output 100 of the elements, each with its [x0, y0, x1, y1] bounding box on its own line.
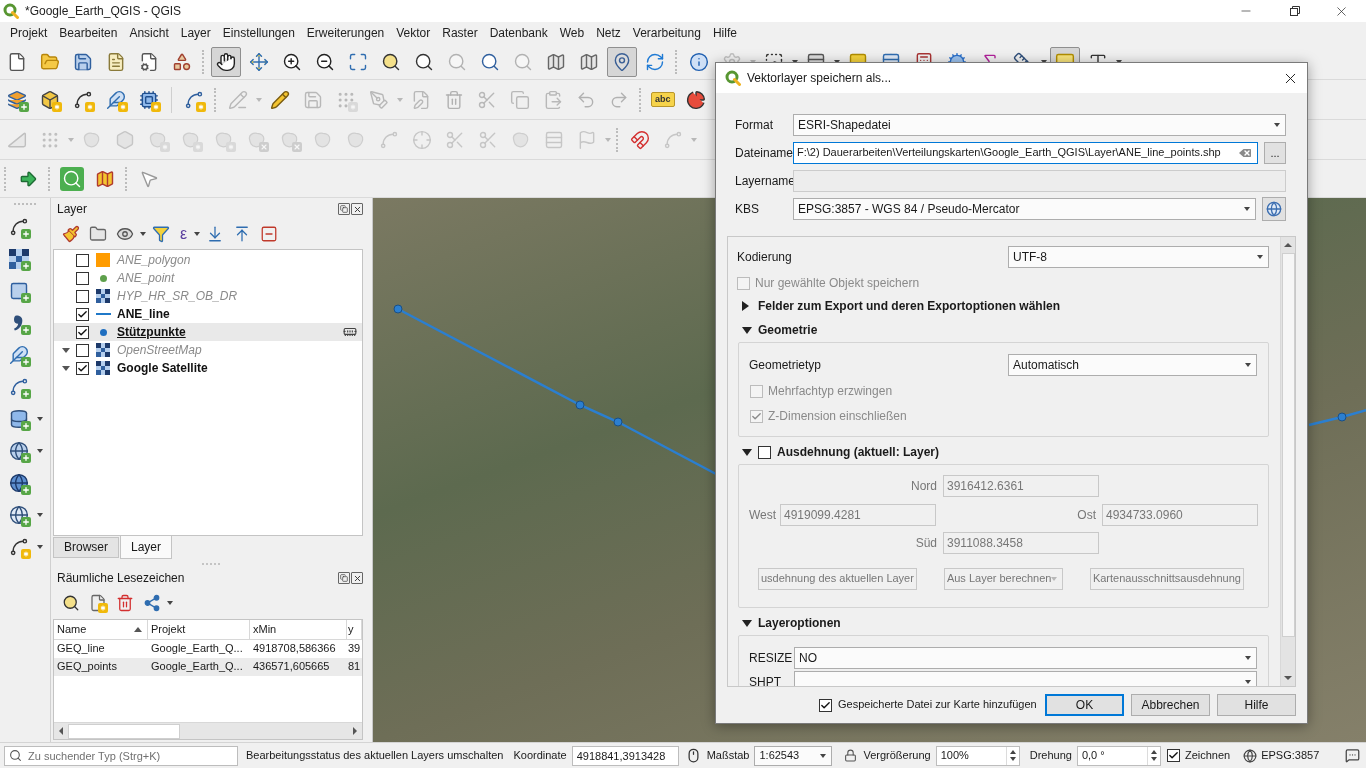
magnifier-icon[interactable]: [61, 593, 81, 613]
scrollbar-thumb[interactable]: [68, 723, 180, 739]
caret-icon[interactable]: [1257, 255, 1263, 259]
checkbox[interactable]: [76, 289, 89, 303]
file-path-field[interactable]: F:\2) Dauerarbeiten\Verteilungskarten\Google_Earth_QGIS\Layer\ANE_line_points.shp: [793, 142, 1258, 164]
label-tag[interactable]: abc: [651, 92, 675, 107]
caret-icon[interactable]: [62, 365, 70, 371]
caret-icon[interactable]: [1274, 123, 1280, 127]
help-button[interactable]: Hilfe: [1217, 694, 1296, 716]
caret-icon[interactable]: [820, 753, 827, 758]
caret-icon[interactable]: [140, 232, 146, 236]
caret-icon[interactable]: [37, 513, 43, 517]
scrollbar-thumb[interactable]: [1281, 253, 1295, 637]
column-header[interactable]: xMin: [250, 620, 347, 640]
search-field[interactable]: Zu suchender Typ (Strg+K): [4, 745, 238, 766]
zoom-spinbox[interactable]: 100%: [935, 745, 1020, 766]
checkbox[interactable]: [76, 253, 89, 267]
menu-item[interactable]: Verarbeitung: [626, 25, 707, 41]
checkbox[interactable]: [76, 343, 89, 357]
menu-item[interactable]: Vektor: [390, 25, 437, 41]
arrow-left-icon[interactable]: [59, 727, 63, 735]
column-header[interactable]: Projekt: [148, 620, 250, 640]
layer-row[interactable]: OpenStreetMap: [54, 341, 362, 359]
dropdown[interactable]: NO: [794, 647, 1257, 669]
layer-row[interactable]: Stützpunkte: [54, 323, 362, 341]
text-field[interactable]: 4919099.4281: [780, 504, 936, 526]
cancel-button[interactable]: Abbrechen: [1131, 694, 1210, 716]
column-header[interactable]: y: [347, 620, 362, 640]
close-icon[interactable]: [351, 572, 363, 584]
tab[interactable]: Layer: [120, 536, 173, 559]
layer-extent-button[interactable]: usdehnung des aktuellen Layer: [758, 568, 917, 590]
crs-button[interactable]: EPSG:3857: [1242, 745, 1321, 766]
dropdown[interactable]: Automatisch: [1008, 354, 1257, 376]
column-header[interactable]: Name: [54, 620, 148, 640]
expression-button[interactable]: ε: [178, 224, 190, 244]
menu-item[interactable]: Erweiterungen: [300, 25, 391, 41]
menu-item[interactable]: Raster: [436, 25, 484, 41]
arrow-up-icon[interactable]: [1284, 243, 1292, 247]
hand-icon[interactable]: [211, 46, 241, 77]
caret-icon[interactable]: [37, 417, 43, 421]
globe-plus-icon[interactable]: [7, 439, 31, 463]
crs-button[interactable]: [1262, 197, 1286, 221]
caret-icon[interactable]: [37, 545, 43, 549]
section-title[interactable]: Ausdehnung (aktuell: Layer): [777, 444, 940, 460]
mouse-icon[interactable]: [685, 748, 701, 763]
section-title[interactable]: Felder zum Export und deren Exportoptionen wählen: [758, 298, 1061, 314]
checkbox[interactable]: [758, 445, 771, 459]
caret-icon[interactable]: [742, 326, 752, 334]
caret-icon[interactable]: [1245, 363, 1251, 367]
scrollbar[interactable]: [1280, 237, 1295, 686]
text-field[interactable]: 3911088.3458: [943, 532, 1099, 554]
layer-row[interactable]: HYP_HR_SR_OB_DR: [54, 287, 362, 305]
memory-chip-icon[interactable]: [343, 325, 357, 339]
menu-item[interactable]: Ansicht: [123, 25, 175, 41]
text-field[interactable]: 3916412.6361: [943, 475, 1099, 497]
checkbox[interactable]: [76, 307, 89, 321]
dropdown[interactable]: UTF-8: [1008, 246, 1269, 268]
menu-item[interactable]: Bearbeiten: [53, 25, 124, 41]
paintbrush-icon[interactable]: [61, 224, 81, 244]
dropdown[interactable]: ESRI-Shapedatei: [793, 114, 1286, 136]
caret-icon[interactable]: [1245, 680, 1251, 684]
menu-item[interactable]: Layer: [174, 25, 217, 41]
layer-row[interactable]: ANE_point: [54, 269, 362, 287]
menu-item[interactable]: Web: [553, 25, 591, 41]
menu-item[interactable]: Einstellungen: [216, 25, 301, 41]
coordinate-field[interactable]: 4918841,3913428: [571, 745, 679, 766]
map-pin-icon[interactable]: [607, 46, 637, 77]
browse-button[interactable]: ...: [1264, 142, 1286, 164]
caret-icon[interactable]: [37, 449, 43, 453]
arrow-down-icon[interactable]: [1009, 757, 1016, 761]
checkbox[interactable]: [1166, 749, 1180, 762]
checkbox[interactable]: [76, 361, 89, 375]
arrow-down-icon[interactable]: [1150, 757, 1157, 761]
arrow-down-icon[interactable]: [1284, 676, 1292, 680]
caret-icon[interactable]: [167, 601, 173, 605]
caret-icon[interactable]: [1244, 207, 1250, 211]
checkbox[interactable]: [819, 698, 832, 712]
map-extent-button[interactable]: Kartenausschnittsausdehnung: [1089, 568, 1244, 590]
tab[interactable]: Browser: [53, 537, 119, 558]
close-icon[interactable]: [351, 203, 363, 215]
share-icon[interactable]: [142, 593, 162, 613]
float-icon[interactable]: [338, 203, 350, 215]
section-title[interactable]: Layeroptionen: [758, 615, 841, 631]
menu-item[interactable]: Projekt: [4, 25, 54, 41]
menu-item[interactable]: Datenbank: [483, 25, 554, 41]
float-icon[interactable]: [338, 572, 350, 584]
arrow-up-icon[interactable]: [1150, 750, 1157, 754]
folder-plus-icon[interactable]: [88, 224, 108, 244]
sort-arrow-icon[interactable]: [134, 627, 142, 632]
checkbox[interactable]: [76, 271, 89, 285]
speech-bubble-icon[interactable]: [1345, 748, 1360, 763]
caret-icon[interactable]: [742, 619, 752, 627]
lock-icon[interactable]: [844, 749, 858, 762]
scale-dropdown[interactable]: 1:62543: [754, 745, 833, 766]
scrollbar[interactable]: [54, 722, 362, 739]
ok-button[interactable]: OK: [1045, 694, 1124, 716]
dropdown[interactable]: EPSG:3857 - WGS 84 / Pseudo-Mercator: [793, 198, 1256, 220]
caret-icon[interactable]: [742, 301, 749, 311]
text-field[interactable]: 4934733.0960: [1102, 504, 1258, 526]
layer-row[interactable]: Google Satellite: [54, 359, 362, 377]
